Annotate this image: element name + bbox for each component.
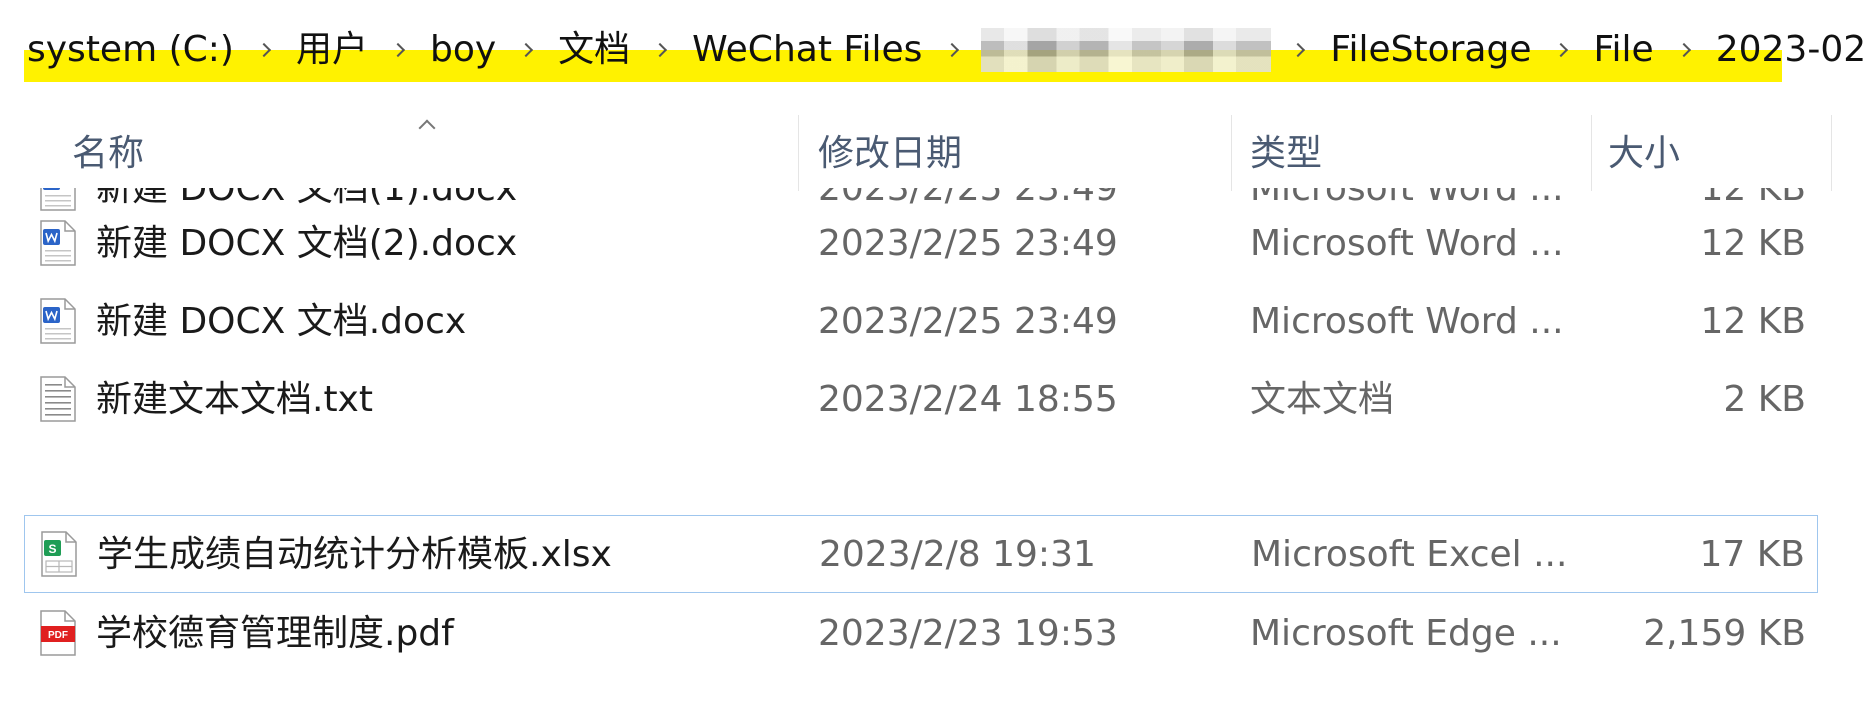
pdf-file-icon: PDF — [40, 610, 76, 656]
file-type: Microsoft Excel ... — [1251, 534, 1568, 575]
file-name: 学校德育管理制度.pdf — [96, 613, 454, 654]
chevron-right-icon[interactable] — [654, 24, 668, 76]
column-header-size[interactable]: 大小 — [1608, 101, 1680, 191]
chevron-right-icon[interactable] — [1678, 24, 1692, 76]
file-row[interactable]: 新建文本文档.txt 2023/2/24 18:55 文本文档 2 KB — [24, 361, 1818, 439]
file-modified: 2023/2/25 23:49 — [818, 223, 1118, 264]
svg-text:PDF: PDF — [48, 630, 68, 641]
breadcrumb-users[interactable]: 用户 — [293, 24, 371, 76]
chevron-right-icon[interactable] — [258, 24, 272, 76]
chevron-right-icon[interactable] — [1292, 24, 1306, 76]
chevron-right-icon[interactable] — [1555, 24, 1569, 76]
file-name: 新建文本文档.txt — [96, 379, 373, 420]
file-name: 学生成绩自动统计分析模板.xlsx — [97, 534, 612, 575]
file-type: Microsoft Word ... — [1250, 301, 1564, 342]
breadcrumb-wechat-files[interactable]: WeChat Files — [689, 24, 925, 76]
breadcrumb-user[interactable]: boy — [427, 24, 499, 76]
column-divider[interactable] — [798, 115, 799, 191]
file-name: 新建 DOCX 文档.docx — [96, 301, 467, 342]
file-modified: 2023/2/8 19:31 — [819, 534, 1096, 575]
file-size: 12 KB — [1700, 223, 1806, 264]
column-divider[interactable] — [1591, 115, 1592, 191]
breadcrumb: system (C:) 用户 boy 文档 WeChat Files FileS… — [24, 24, 1875, 76]
file-row[interactable]: 新建 DOCX 文档.docx 2023/2/25 23:49 Microsof… — [24, 283, 1818, 361]
file-modified: 2023/2/25 23:49 — [818, 301, 1118, 342]
column-header-modified[interactable]: 修改日期 — [818, 101, 962, 191]
file-size: 17 KB — [1699, 534, 1805, 575]
column-header-type[interactable]: 类型 — [1250, 101, 1322, 191]
column-divider[interactable] — [1831, 115, 1832, 191]
file-modified: 2023/2/24 18:55 — [818, 379, 1118, 420]
text-file-icon — [40, 376, 76, 422]
breadcrumb-redacted-account[interactable] — [981, 28, 1272, 72]
file-name: 新建 DOCX 文档(2).docx — [96, 223, 518, 264]
file-size: 12 KB — [1700, 301, 1806, 342]
file-modified: 2023/2/23 19:53 — [818, 613, 1118, 654]
svg-text:S: S — [48, 542, 56, 556]
file-list[interactable]: 新建 DOCX 文档(1).docx 2023/2/25 23:49 Micro… — [0, 188, 1875, 705]
sort-ascending-icon — [418, 118, 434, 134]
word-doc-icon — [40, 298, 76, 344]
breadcrumb-system-drive[interactable]: system (C:) — [24, 24, 237, 76]
file-row-focused[interactable]: S 学生成绩自动统计分析模板.xlsx 2023/2/8 19:31 Micro… — [24, 515, 1818, 593]
column-divider[interactable] — [1231, 115, 1232, 191]
file-type: Microsoft Edge ... — [1250, 613, 1562, 654]
file-row[interactable]: PDF 学校德育管理制度.pdf 2023/2/23 19:53 Microso… — [24, 595, 1818, 673]
column-header-row: 名称 修改日期 类型 大小 — [0, 101, 1875, 191]
file-row[interactable]: 新建 DOCX 文档(2).docx 2023/2/25 23:49 Micro… — [24, 205, 1818, 283]
chevron-right-icon[interactable] — [392, 24, 406, 76]
excel-sheet-icon: S — [41, 531, 77, 577]
file-type: Microsoft Word ... — [1250, 223, 1564, 264]
word-doc-icon — [40, 220, 76, 266]
breadcrumb-2023-02[interactable]: 2023-02 — [1713, 24, 1869, 76]
file-size: 2,159 KB — [1643, 613, 1806, 654]
breadcrumb-filestorage[interactable]: FileStorage — [1327, 24, 1534, 76]
file-size: 2 KB — [1723, 379, 1806, 420]
breadcrumb-file[interactable]: File — [1590, 24, 1656, 76]
column-header-name[interactable]: 名称 — [72, 101, 144, 191]
file-type: 文本文档 — [1250, 379, 1395, 420]
breadcrumb-documents[interactable]: 文档 — [555, 24, 633, 76]
address-bar[interactable]: system (C:) 用户 boy 文档 WeChat Files FileS… — [0, 0, 1875, 102]
chevron-right-icon[interactable] — [520, 24, 534, 76]
chevron-right-icon[interactable] — [946, 24, 960, 76]
